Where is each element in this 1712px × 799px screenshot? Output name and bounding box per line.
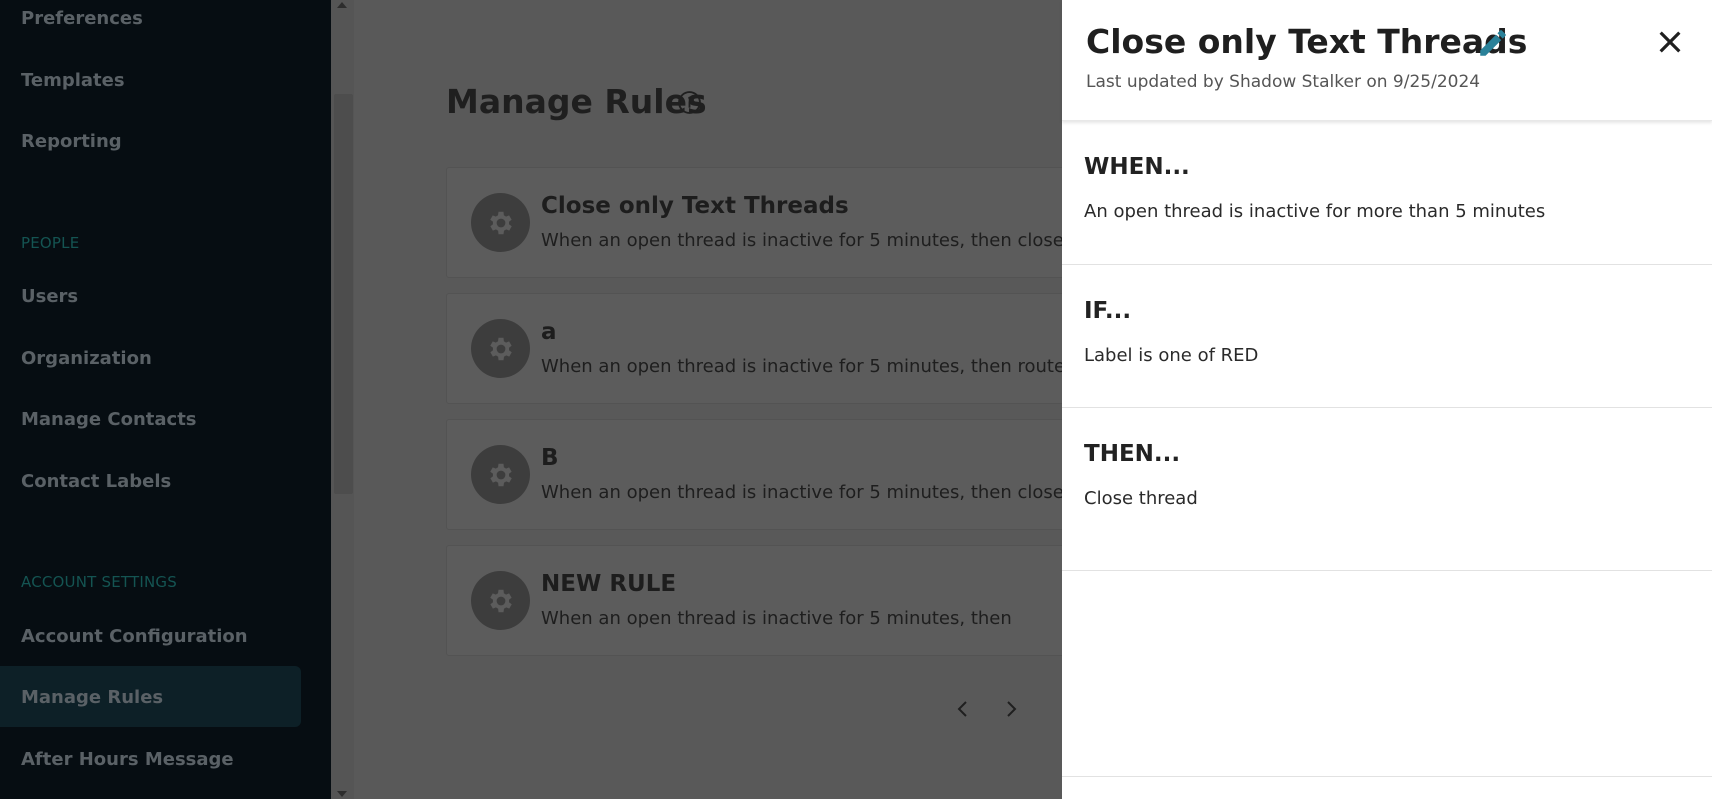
- scroll-down-arrow-icon[interactable]: [337, 791, 347, 797]
- rule-description: When an open thread is inactive for 5 mi…: [541, 608, 1012, 629]
- sidebar-item-contact-labels[interactable]: Contact Labels: [21, 471, 171, 492]
- if-section: IF... Label is one of RED: [1062, 265, 1712, 408]
- rule-card[interactable]: Close only Text Threads When an open thr…: [446, 167, 1062, 278]
- rule-description: When an open thread is inactive for 5 mi…: [541, 482, 1062, 503]
- main-content: Manage Rules Close only Text Threads Whe…: [331, 0, 1062, 799]
- then-action-text: Close thread: [1084, 488, 1198, 509]
- rule-name: B: [541, 445, 559, 471]
- next-page-chevron-icon[interactable]: [999, 697, 1023, 721]
- last-updated-text: Last updated by Shadow Stalker on 9/25/2…: [1086, 72, 1481, 92]
- edit-pencil-icon[interactable]: [1476, 26, 1510, 60]
- gear-icon: [471, 445, 530, 504]
- then-heading: THEN...: [1084, 441, 1181, 467]
- drawer-empty-area: [1062, 571, 1712, 777]
- info-icon[interactable]: [677, 90, 702, 115]
- sidebar-item-organization[interactable]: Organization: [21, 348, 152, 369]
- previous-page-chevron-icon[interactable]: [951, 697, 975, 721]
- rule-description: When an open thread is inactive for 5 mi…: [541, 230, 1062, 251]
- sidebar-item-account-configuration[interactable]: Account Configuration: [21, 626, 248, 647]
- scroll-up-arrow-icon[interactable]: [337, 2, 347, 8]
- gear-icon: [471, 319, 530, 378]
- sidebar-item-preferences[interactable]: Preferences: [21, 8, 143, 29]
- close-icon[interactable]: [1654, 26, 1686, 58]
- drawer-title: Close only Text Threads: [1086, 22, 1528, 61]
- sidebar-item-reporting[interactable]: Reporting: [21, 131, 122, 152]
- sidebar-item-users[interactable]: Users: [21, 286, 78, 307]
- gear-icon: [471, 571, 530, 630]
- drawer-header: Close only Text Threads Last updated by …: [1062, 0, 1712, 121]
- rule-name: Close only Text Threads: [541, 193, 849, 219]
- sidebar-item-manage-contacts[interactable]: Manage Contacts: [21, 409, 197, 430]
- sidebar-item-after-hours-message[interactable]: After Hours Message: [21, 749, 234, 770]
- scrollbar-thumb[interactable]: [334, 94, 353, 494]
- sidebar-section-account-settings: ACCOUNT SETTINGS: [21, 573, 177, 591]
- when-section: WHEN... An open thread is inactive for m…: [1062, 121, 1712, 265]
- when-heading: WHEN...: [1084, 154, 1190, 180]
- rule-name: NEW RULE: [541, 571, 677, 597]
- rule-detail-drawer: Close only Text Threads Last updated by …: [1062, 0, 1712, 799]
- then-section: THEN... Close thread: [1062, 408, 1712, 571]
- sidebar-item-templates[interactable]: Templates: [21, 70, 125, 91]
- sidebar-item-manage-rules[interactable]: Manage Rules: [21, 687, 163, 708]
- sidebar-section-people: PEOPLE: [21, 234, 80, 252]
- rule-card[interactable]: a When an open thread is inactive for 5 …: [446, 293, 1062, 404]
- rule-card[interactable]: NEW RULE When an open thread is inactive…: [446, 545, 1062, 656]
- scrollbar[interactable]: [331, 0, 354, 799]
- when-condition-text: An open thread is inactive for more than…: [1084, 201, 1546, 222]
- if-condition-text: Label is one of RED: [1084, 345, 1259, 366]
- rule-card[interactable]: B When an open thread is inactive for 5 …: [446, 419, 1062, 530]
- page-title: Manage Rules: [446, 82, 707, 121]
- gear-icon: [471, 193, 530, 252]
- rule-name: a: [541, 319, 557, 345]
- rule-description: When an open thread is inactive for 5 mi…: [541, 356, 1062, 377]
- if-heading: IF...: [1084, 298, 1132, 324]
- sidebar: Preferences Templates Reporting PEOPLE U…: [0, 0, 331, 799]
